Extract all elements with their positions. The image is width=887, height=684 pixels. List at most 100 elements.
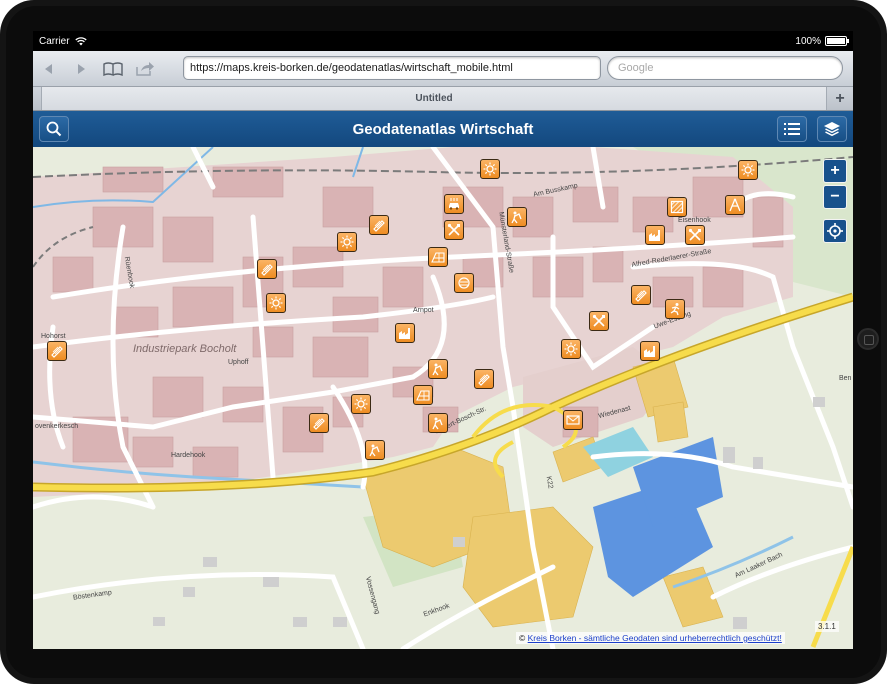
worker-icon <box>432 417 443 430</box>
poi-worker-marker[interactable] <box>428 359 448 379</box>
locate-button[interactable] <box>823 219 847 243</box>
poi-sun-marker[interactable] <box>561 339 581 359</box>
tab-untitled[interactable]: Untitled <box>41 87 827 110</box>
battery-fill <box>827 38 845 44</box>
poi-sun-marker[interactable] <box>337 232 357 252</box>
page-title: Geodatenatlas Wirtschaft <box>352 120 534 138</box>
poi-sun-marker[interactable] <box>351 394 371 414</box>
layers-button[interactable] <box>817 116 847 142</box>
poi-drill-marker[interactable] <box>309 413 329 433</box>
poi-envelope-marker[interactable] <box>563 410 583 430</box>
sun-icon <box>354 397 368 411</box>
poi-compass-marker[interactable] <box>725 195 745 215</box>
home-button[interactable] <box>857 328 879 350</box>
poi-hatching-marker[interactable] <box>667 197 687 217</box>
status-bar: Carrier 100% <box>33 31 853 51</box>
drill-icon <box>635 290 647 302</box>
search-button[interactable] <box>39 116 69 142</box>
poi-worker-marker[interactable] <box>428 413 448 433</box>
envelope-icon <box>566 415 580 425</box>
worker-icon <box>369 444 380 457</box>
copyright-notice: © Kreis Borken - sämtliche Geodaten sind… <box>516 632 785 644</box>
bookmarks-book-icon[interactable] <box>97 55 129 83</box>
poi-laboratory-marker[interactable] <box>454 273 474 293</box>
app-header: Geodatenatlas Wirtschaft <box>33 111 853 147</box>
battery-percent: 100% <box>795 35 821 47</box>
runner-icon <box>670 303 680 316</box>
copyright-symbol: © <box>519 633 526 643</box>
tools-icon <box>447 223 460 236</box>
poi-sun-marker[interactable] <box>266 293 286 313</box>
solar-panel-icon <box>431 252 445 263</box>
tools-icon <box>592 314 605 327</box>
poi-factory-marker[interactable] <box>640 341 660 361</box>
sun-icon <box>269 296 283 310</box>
factory-icon <box>649 230 660 241</box>
tab-bar: Untitled + <box>33 87 853 111</box>
drill-icon <box>373 220 385 232</box>
worker-icon <box>432 363 443 376</box>
poi-solar-panel-marker[interactable] <box>428 247 448 267</box>
list-button[interactable] <box>777 116 807 142</box>
street-label: ovenkerkesch <box>35 423 79 430</box>
poi-tools-marker[interactable] <box>685 225 705 245</box>
tablet-frame: Carrier 100% https://maps.kreis-borken.d… <box>0 0 887 684</box>
street-label: Hohorst <box>41 333 66 340</box>
poi-sun-marker[interactable] <box>480 159 500 179</box>
poi-tools-marker[interactable] <box>444 220 464 240</box>
street-label: Hardehook <box>171 452 206 459</box>
street-label: Uphoff <box>228 359 249 366</box>
car-icon <box>449 198 459 210</box>
poi-solar-panel-marker[interactable] <box>413 385 433 405</box>
poi-factory-marker[interactable] <box>645 225 665 245</box>
poi-drill-marker[interactable] <box>257 259 277 279</box>
map-base <box>33 147 853 649</box>
poi-drill-marker[interactable] <box>369 215 389 235</box>
street-label: Ben <box>839 375 852 382</box>
drill-icon <box>313 418 325 430</box>
browser-toolbar: https://maps.kreis-borken.de/geodatenatl… <box>33 51 853 87</box>
crosshair-icon <box>827 223 843 239</box>
sun-icon <box>564 342 578 356</box>
poi-runner-marker[interactable] <box>665 299 685 319</box>
factory-icon <box>399 328 410 339</box>
layers-icon <box>824 122 840 137</box>
poi-drill-marker[interactable] <box>47 341 67 361</box>
forward-arrow-icon[interactable] <box>65 55 97 83</box>
flask-icon <box>458 277 470 289</box>
poi-sun-marker[interactable] <box>738 160 758 180</box>
poi-worker-marker[interactable] <box>507 207 527 227</box>
poi-worker-marker[interactable] <box>365 440 385 460</box>
poi-drill-marker[interactable] <box>474 369 494 389</box>
zoom-out-button[interactable]: − <box>823 185 847 209</box>
version-label: 3.1.1 <box>815 621 839 632</box>
back-arrow-icon[interactable] <box>33 55 65 83</box>
search-input[interactable]: Google <box>607 56 843 80</box>
poi-factory-marker[interactable] <box>395 323 415 343</box>
crate-icon <box>670 200 684 214</box>
sun-icon <box>483 162 497 176</box>
share-arrow-icon[interactable] <box>129 55 161 83</box>
sun-icon <box>741 163 755 177</box>
zoom-in-button[interactable]: + <box>823 159 847 183</box>
drill-icon <box>261 264 273 276</box>
tools-icon <box>688 228 701 241</box>
screen: Carrier 100% https://maps.kreis-borken.d… <box>33 31 853 649</box>
solar-panel-icon <box>416 390 430 401</box>
carrier-label: Carrier <box>39 35 70 47</box>
new-tab-button[interactable]: + <box>829 88 851 110</box>
compass-icon <box>729 198 741 212</box>
poi-drill-marker[interactable] <box>631 285 651 305</box>
copyright-link[interactable]: Kreis Borken - sämtliche Geodaten sind u… <box>528 633 782 643</box>
url-field[interactable]: https://maps.kreis-borken.de/geodatenatl… <box>183 56 601 80</box>
battery-icon <box>825 36 849 46</box>
sun-icon <box>340 235 354 249</box>
worker-icon <box>511 211 522 224</box>
street-label: Arnpot <box>413 307 434 314</box>
drill-icon <box>51 346 63 358</box>
area-label: Industriepark Bocholt <box>133 343 237 355</box>
poi-tools-marker[interactable] <box>589 311 609 331</box>
drill-icon <box>478 374 490 386</box>
poi-car-wash-marker[interactable] <box>444 194 464 214</box>
map-view[interactable]: Industriepark Bocholt Uphoff Rüenbook Ha… <box>33 147 853 649</box>
